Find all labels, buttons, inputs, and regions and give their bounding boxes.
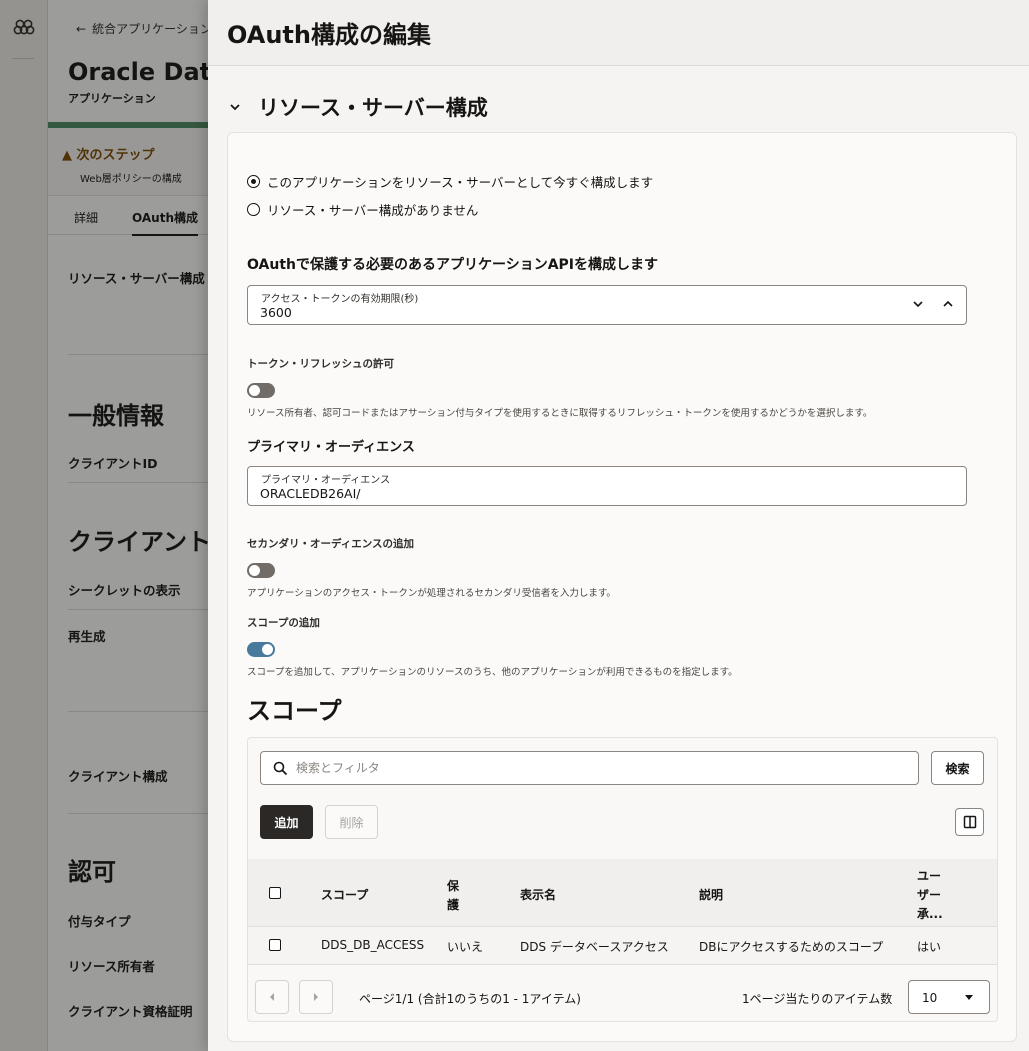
col-scope[interactable]: スコープ xyxy=(321,886,368,903)
section-toggle-resource-server[interactable]: リソース・サーバー構成 xyxy=(228,92,488,122)
col-description[interactable]: 説明 xyxy=(699,886,723,903)
token-expiry-stepper xyxy=(910,296,956,312)
select-all-checkbox[interactable] xyxy=(269,887,281,899)
token-expiry-value[interactable]: 3600 xyxy=(260,305,292,320)
primary-audience-label: プライマリ・オーディエンス xyxy=(261,475,391,486)
scopes-heading: スコープ xyxy=(247,697,342,725)
cell-protected: いいえ xyxy=(447,940,484,954)
chevron-down-icon xyxy=(913,301,923,308)
chevron-left-icon xyxy=(270,993,274,1001)
add-scope-toggle[interactable] xyxy=(247,642,275,657)
cell-scope: DDS_DB_ACCESS xyxy=(321,938,425,952)
cell-display-name: DDS データベースアクセス xyxy=(520,940,669,954)
search-button[interactable]: 検索 xyxy=(931,751,984,785)
scopes-table-panel: 検索 追加 削除 スコープ 保 護 表示名 説明 ユー ザー 承... DDS_… xyxy=(247,737,998,1022)
primary-audience-heading: プライマリ・オーディエンス xyxy=(247,440,415,455)
modal-overlay[interactable] xyxy=(0,0,208,1051)
columns-button[interactable] xyxy=(955,808,984,836)
col-protected-1[interactable]: 保 xyxy=(447,877,459,894)
columns-icon xyxy=(963,815,976,829)
secondary-audience-label: セカンダリ・オーディエンスの追加 xyxy=(247,538,415,550)
search-field[interactable] xyxy=(260,751,919,785)
col-user-consent-2[interactable]: ザー xyxy=(917,886,941,903)
decrement-button[interactable] xyxy=(910,296,926,312)
drawer-header: OAuth構成の編集 xyxy=(208,0,1029,66)
edit-oauth-drawer: OAuth構成の編集 リソース・サーバー構成 このアプリケーションをリソース・サ… xyxy=(208,0,1029,1051)
token-expiry-label: アクセス・トークンの有効期限(秒) xyxy=(261,294,419,305)
chevron-up-icon xyxy=(943,300,953,307)
previous-page-button[interactable] xyxy=(255,980,289,1014)
secondary-audience-hint: アプリケーションのアクセス・トークンが処理されるセカンダリ受信者を入力します。 xyxy=(247,588,616,599)
refresh-toggle[interactable] xyxy=(247,383,275,398)
search-icon xyxy=(273,761,288,776)
radio-no-config-label: リソース・サーバー構成がありません xyxy=(267,203,479,218)
table-header: スコープ 保 護 表示名 説明 ユー ザー 承... xyxy=(248,859,997,927)
section-title: リソース・サーバー構成 xyxy=(258,96,488,120)
radio-configure-now-label: このアプリケーションをリソース・サーバーとして今すぐ構成します xyxy=(267,175,654,190)
radio-no-config[interactable]: リソース・サーバー構成がありません xyxy=(247,200,478,219)
drawer-title: OAuth構成の編集 xyxy=(227,21,431,49)
primary-audience-field[interactable]: プライマリ・オーディエンス ORACLEDB26AI/ xyxy=(247,466,967,506)
refresh-hint: リソース所有者、認可コードまたはアサーション付与タイプを使用するときに取得するリ… xyxy=(247,408,873,419)
items-per-page-label: 1ページ当たりのアイテム数 xyxy=(742,992,893,1006)
col-protected-2[interactable]: 護 xyxy=(447,896,459,913)
primary-audience-value[interactable]: ORACLEDB26AI/ xyxy=(260,486,361,501)
secondary-audience-toggle[interactable] xyxy=(247,563,275,578)
search-input[interactable] xyxy=(296,758,906,778)
api-config-heading: OAuthで保護する必要のあるアプリケーションAPIを構成します xyxy=(247,257,659,273)
cell-consent: はい xyxy=(917,940,942,954)
radio-unselected-icon[interactable] xyxy=(247,203,260,216)
col-display-name[interactable]: 表示名 xyxy=(520,886,556,903)
caret-down-icon xyxy=(965,995,973,1000)
radio-selected-icon[interactable] xyxy=(247,175,260,188)
token-expiry-field[interactable]: アクセス・トークンの有効期限(秒) 3600 xyxy=(247,285,967,325)
chevron-right-icon xyxy=(314,993,318,1001)
radio-configure-now[interactable]: このアプリケーションをリソース・サーバーとして今すぐ構成します xyxy=(247,172,653,191)
add-button[interactable]: 追加 xyxy=(260,805,313,839)
col-user-consent-3[interactable]: 承... xyxy=(917,905,943,922)
add-scope-hint: スコープを追加して、アプリケーションのリソースのうち、他のアプリケーションが利用… xyxy=(247,667,738,678)
items-per-page-select[interactable]: 10 xyxy=(908,980,990,1014)
row-checkbox[interactable] xyxy=(269,939,281,951)
cell-description: DBにアクセスするためのスコープ xyxy=(699,940,884,954)
col-user-consent-1[interactable]: ユー xyxy=(917,867,941,884)
table-row[interactable]: DDS_DB_ACCESS いいえ DDS データベースアクセス DBにアクセス… xyxy=(248,927,997,965)
next-page-button[interactable] xyxy=(299,980,333,1014)
pagination-status: ページ1/1 (合計1のうちの1 - 1アイテム) xyxy=(359,992,581,1006)
items-per-page-value: 10 xyxy=(922,991,938,1005)
increment-button[interactable] xyxy=(940,296,956,312)
chevron-down-icon xyxy=(230,104,240,111)
delete-button[interactable]: 削除 xyxy=(325,805,378,839)
add-scope-label: スコープの追加 xyxy=(247,617,320,629)
refresh-label: トークン・リフレッシュの許可 xyxy=(247,358,394,370)
resource-server-card: このアプリケーションをリソース・サーバーとして今すぐ構成します リソース・サーバ… xyxy=(227,132,1017,1042)
